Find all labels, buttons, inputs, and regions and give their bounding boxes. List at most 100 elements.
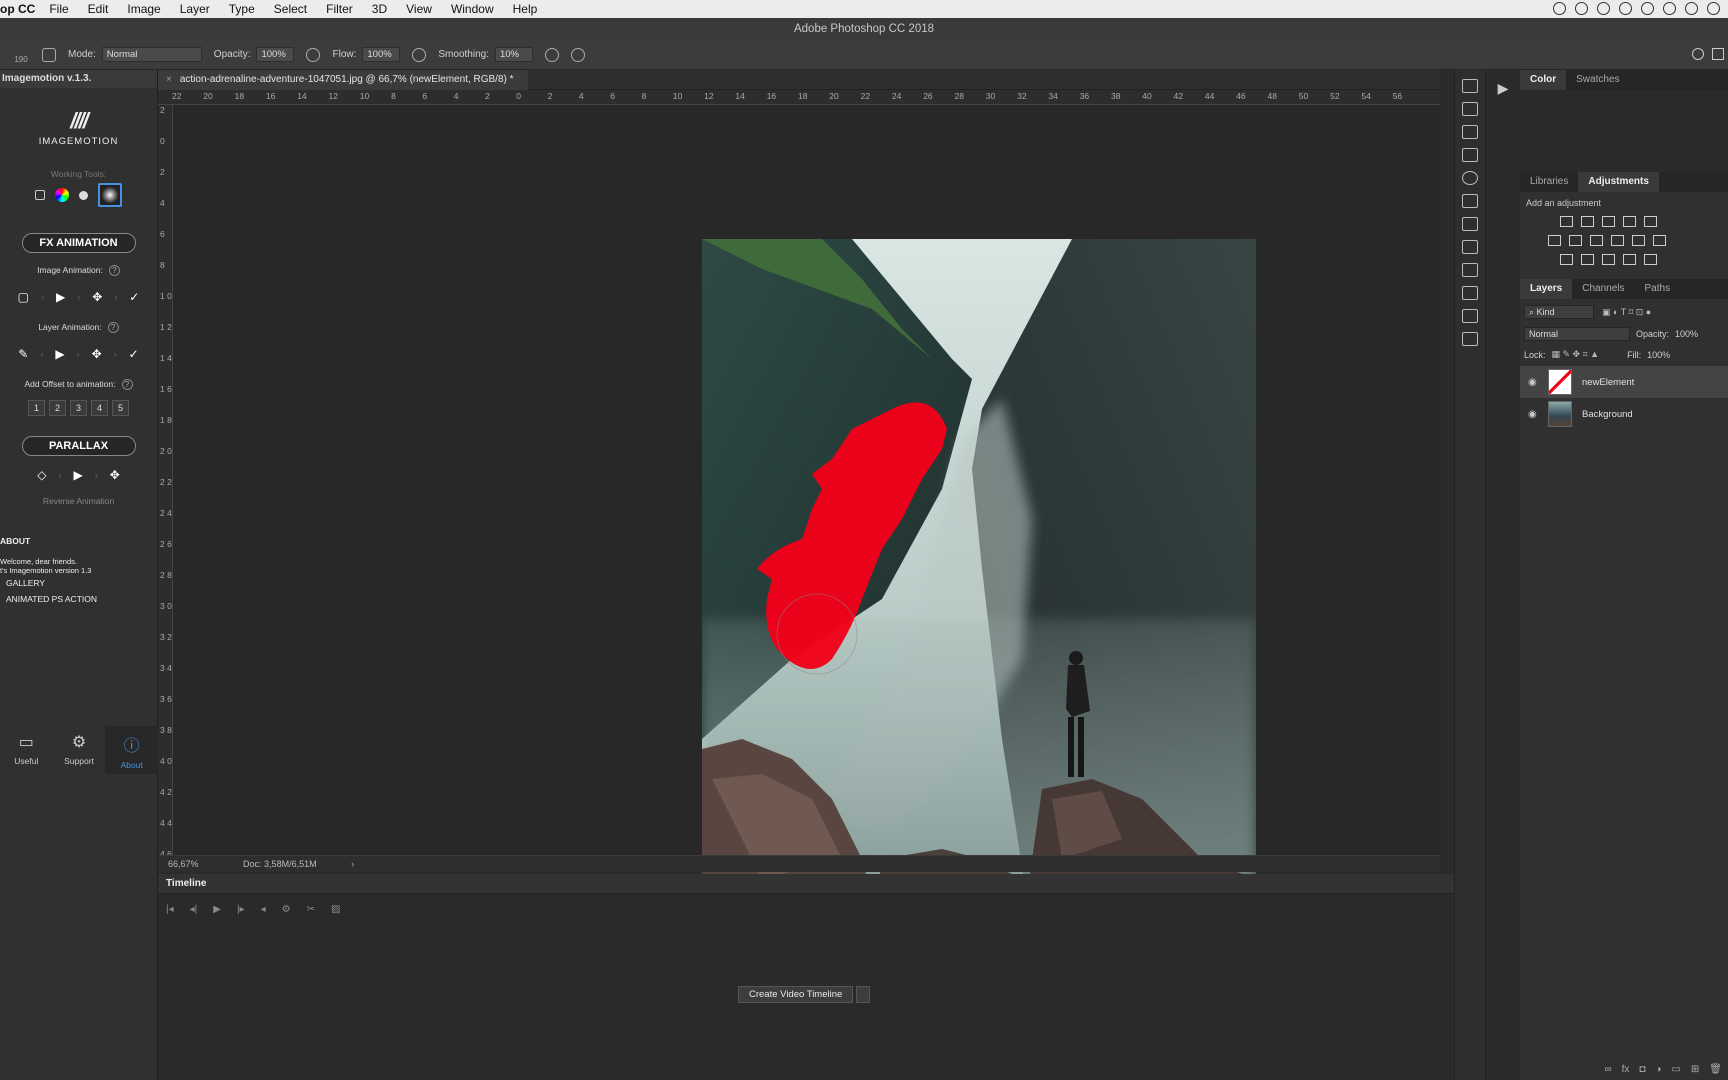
search-icon[interactable] — [1692, 48, 1704, 60]
eye-icon[interactable]: ◉ — [1528, 409, 1542, 420]
tab-swatches[interactable]: Swatches — [1566, 70, 1629, 90]
help-icon[interactable]: ? — [107, 322, 119, 333]
offset-1-button[interactable]: 1 — [28, 400, 45, 416]
posterize-icon[interactable] — [1581, 254, 1594, 265]
fx-animation-button[interactable]: FX ANIMATION — [21, 233, 136, 253]
menu-3d[interactable]: 3D — [372, 2, 387, 16]
mask-icon[interactable]: ◘ — [1639, 1060, 1645, 1080]
smoothing-field[interactable]: 10% — [494, 47, 533, 62]
prev-frame-icon[interactable]: ◂| — [190, 904, 198, 915]
delete-icon[interactable]: 🗑 — [1709, 1060, 1722, 1080]
photo-filter-icon[interactable] — [1611, 235, 1624, 246]
play-icon[interactable]: ▶ — [73, 468, 82, 482]
gradient-map-icon[interactable] — [1644, 254, 1657, 265]
glyphs-icon[interactable] — [1462, 332, 1478, 346]
next-frame-icon[interactable]: |▸ — [237, 904, 245, 915]
play-panel-icon[interactable]: ▶ — [1490, 80, 1516, 120]
move-icon[interactable]: ✥ — [110, 468, 120, 482]
tab-paths[interactable]: Paths — [1635, 279, 1681, 299]
offset-4-button[interactable]: 4 — [91, 400, 108, 416]
layer-row-newelement[interactable]: ◉ newElement — [1520, 366, 1728, 398]
tool-presets-icon[interactable] — [1462, 286, 1478, 300]
paragraph-icon[interactable] — [1462, 263, 1478, 277]
play-icon[interactable]: ▶ — [56, 290, 65, 304]
curves-icon[interactable] — [1602, 216, 1615, 227]
layer-row-background[interactable]: ◉ Background — [1520, 398, 1728, 430]
tab-libraries[interactable]: Libraries — [1520, 172, 1578, 192]
dropbox-icon[interactable] — [1707, 2, 1720, 15]
color-balance-icon[interactable] — [1569, 235, 1582, 246]
hue-saturation-icon[interactable] — [1548, 235, 1561, 246]
vibrance-icon[interactable] — [1644, 216, 1657, 227]
brush-settings-icon[interactable] — [1462, 194, 1478, 208]
brushes-icon[interactable] — [1462, 217, 1478, 231]
document-tab[interactable]: × action-adrenaline-adventure-1047051.jpg… — [158, 70, 528, 90]
file-icon[interactable]: ▢ — [18, 290, 29, 304]
gallery-link[interactable]: GALLERY — [0, 578, 157, 588]
filter-icons[interactable]: ▣ ◐ T ⌑ ⊡ ● — [1602, 307, 1651, 318]
eye-icon[interactable]: ◉ — [1528, 377, 1542, 388]
chevron-right-icon[interactable]: › — [351, 859, 354, 869]
soft-brush-icon[interactable] — [98, 183, 122, 207]
airbrush-icon[interactable] — [412, 47, 427, 62]
pencil-icon[interactable]: ✎ — [18, 347, 28, 361]
adjustment-layer-icon[interactable]: ◑ — [1655, 1060, 1661, 1080]
skype-icon[interactable] — [1553, 2, 1566, 15]
gear-icon[interactable] — [544, 47, 559, 62]
about-tab[interactable]: ⓘ About — [105, 726, 159, 774]
history-icon[interactable] — [1462, 79, 1478, 93]
canvas-area[interactable] — [173, 105, 1440, 931]
first-frame-icon[interactable]: |◂ — [166, 904, 174, 915]
character-icon[interactable] — [1462, 240, 1478, 254]
invert-icon[interactable] — [1560, 254, 1573, 265]
offset-5-button[interactable]: 5 — [112, 400, 129, 416]
reverse-animation-button[interactable]: Reverse Animation — [0, 496, 157, 506]
tab-color[interactable]: Color — [1520, 70, 1567, 90]
levels-icon[interactable] — [1581, 216, 1594, 227]
move-icon[interactable]: ✥ — [92, 347, 102, 361]
kind-filter-select[interactable]: ⌕ Kind — [1524, 305, 1594, 319]
pressure-size-icon[interactable] — [570, 47, 585, 62]
tab-channels[interactable]: Channels — [1572, 279, 1634, 299]
workspace-icon[interactable] — [1712, 48, 1724, 60]
zoom-field[interactable]: 66,67% — [168, 859, 199, 869]
color-wheel-icon[interactable] — [55, 188, 69, 202]
new-layer-icon[interactable]: ⊞ — [1691, 1060, 1699, 1080]
dot-icon[interactable] — [79, 190, 88, 200]
useful-tab[interactable]: ▭ Useful — [0, 726, 53, 774]
info-icon[interactable] — [1462, 171, 1478, 185]
menu-window[interactable]: Window — [451, 2, 494, 16]
cloud-icon[interactable] — [1597, 2, 1610, 15]
mode-select[interactable]: Normal — [101, 47, 202, 62]
selective-color-icon[interactable] — [1623, 254, 1636, 265]
menu-file[interactable]: File — [49, 2, 68, 16]
black-white-icon[interactable] — [1590, 235, 1603, 246]
menu-type[interactable]: Type — [229, 2, 255, 16]
offset-3-button[interactable]: 3 — [70, 400, 87, 416]
clone-source-icon[interactable] — [1462, 309, 1478, 323]
menu-filter[interactable]: Filter — [326, 2, 353, 16]
properties-icon[interactable] — [1462, 148, 1478, 162]
brush-panel-icon[interactable] — [42, 47, 56, 62]
play-icon[interactable]: ▶ — [55, 347, 64, 361]
offset-2-button[interactable]: 2 — [49, 400, 66, 416]
settings-icon[interactable]: ⚙ — [282, 904, 291, 915]
record-icon[interactable] — [1575, 2, 1588, 15]
split-icon[interactable]: ✂ — [307, 904, 315, 915]
support-tab[interactable]: ⚙ Support — [53, 726, 106, 774]
play-icon[interactable]: ▶ — [213, 904, 221, 915]
display-icon[interactable] — [1685, 2, 1698, 15]
fx-icon[interactable]: fx — [1622, 1060, 1630, 1080]
blend-mode-select[interactable]: Normal — [1524, 327, 1630, 341]
tab-layers[interactable]: Layers — [1520, 279, 1573, 299]
menu-layer[interactable]: Layer — [180, 2, 210, 16]
help-icon[interactable]: ? — [121, 379, 133, 390]
menu-image[interactable]: Image — [127, 2, 160, 16]
brightness-icon[interactable] — [1560, 216, 1573, 227]
nvidia-icon[interactable] — [1619, 2, 1632, 15]
tab-adjustments[interactable]: Adjustments — [1578, 172, 1659, 192]
transition-icon[interactable]: ▨ — [331, 904, 340, 915]
group-icon[interactable]: ▭ — [1671, 1060, 1680, 1080]
brush-size[interactable]: 190 — [0, 45, 42, 64]
check-icon[interactable]: ✓ — [129, 290, 139, 304]
